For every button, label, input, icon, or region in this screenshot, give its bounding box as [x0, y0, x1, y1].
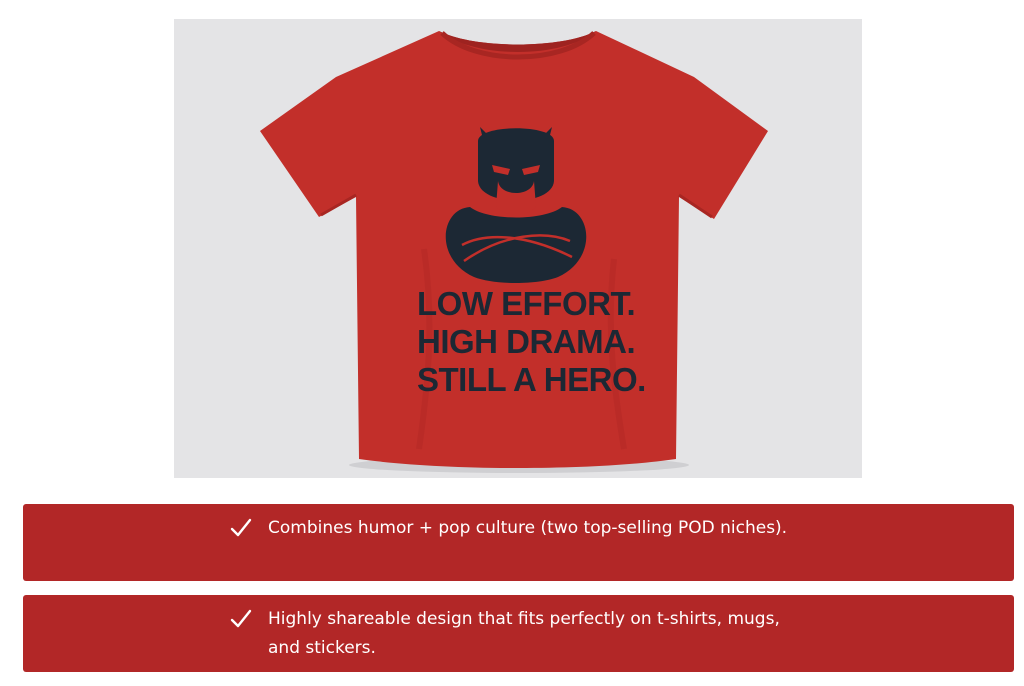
feature-item: Combines humor + pop culture (two top-se…	[23, 504, 1014, 581]
shirt-slogan-line-1: LOW EFFORT.	[417, 285, 635, 322]
feature-list: Combines humor + pop culture (two top-se…	[23, 504, 1014, 686]
shirt-slogan-line-3: STILL A HERO.	[417, 361, 646, 398]
product-image: LOW EFFORT. HIGH DRAMA. STILL A HERO.	[174, 19, 862, 478]
feature-text: Highly shareable design that fits perfec…	[268, 609, 780, 658]
feature-text: Combines humor + pop culture (two top-se…	[268, 518, 788, 538]
shirt-slogan-line-2: HIGH DRAMA.	[417, 323, 635, 360]
checkmark-icon	[230, 609, 252, 628]
feature-item: Highly shareable design that fits perfec…	[23, 595, 1014, 672]
tshirt-mockup: LOW EFFORT. HIGH DRAMA. STILL A HERO.	[260, 31, 768, 473]
checkmark-icon	[230, 518, 252, 537]
